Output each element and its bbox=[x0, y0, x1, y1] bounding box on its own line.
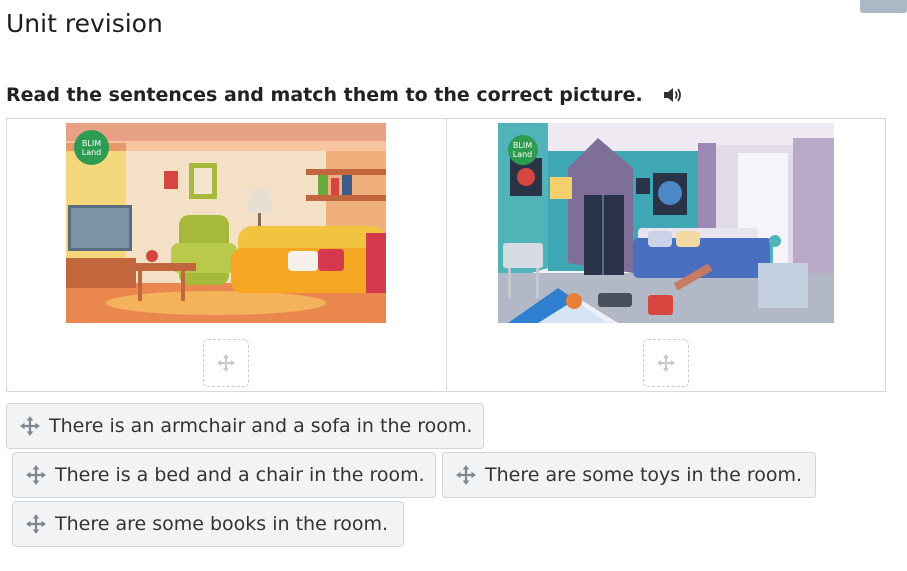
move-arrows-icon bbox=[656, 354, 675, 372]
instructions: Read the sentences and match them to the… bbox=[6, 83, 683, 107]
living-room-picture: BLIM Land bbox=[66, 123, 386, 323]
move-arrows-icon bbox=[26, 465, 46, 485]
move-arrows-icon bbox=[20, 416, 40, 436]
speaker-icon[interactable] bbox=[661, 84, 683, 106]
logo-text-line2: Land bbox=[81, 147, 102, 157]
top-right-button[interactable] bbox=[860, 0, 907, 13]
bedroom-picture: BLIM Land bbox=[497, 123, 834, 323]
match-grid: BLIM Land BLIM Land bbox=[6, 118, 886, 392]
drop-zone-1[interactable] bbox=[203, 339, 249, 387]
option-label: There is a bed and a chair in the room. bbox=[55, 464, 425, 486]
logo-text-line1: BLIM bbox=[81, 138, 102, 148]
instructions-text: Read the sentences and match them to the… bbox=[6, 84, 643, 106]
option-label: There are some toys in the room. bbox=[485, 464, 803, 486]
logo-text-line1: BLIM bbox=[512, 141, 533, 150]
move-arrows-icon bbox=[456, 465, 476, 485]
move-arrows-icon bbox=[26, 514, 46, 534]
logo-text-line2: Land bbox=[512, 150, 533, 159]
draggable-option[interactable]: There is an armchair and a sofa in the r… bbox=[6, 403, 484, 449]
drop-zone-2[interactable] bbox=[642, 339, 689, 387]
picture-cell-1: BLIM Land bbox=[7, 119, 446, 391]
blim-land-logo: BLIM Land bbox=[74, 130, 109, 165]
move-arrows-icon bbox=[217, 354, 235, 372]
picture-cell-2: BLIM Land bbox=[445, 119, 886, 391]
draggable-option[interactable]: There are some toys in the room. bbox=[442, 452, 816, 498]
blim-land-logo: BLIM Land bbox=[507, 135, 538, 165]
option-label: There are some books in the room. bbox=[55, 513, 389, 535]
draggable-option[interactable]: There are some books in the room. bbox=[12, 501, 404, 547]
option-label: There is an armchair and a sofa in the r… bbox=[49, 415, 473, 437]
page-title: Unit revision bbox=[6, 9, 163, 38]
draggable-option[interactable]: There is a bed and a chair in the room. bbox=[12, 452, 436, 498]
